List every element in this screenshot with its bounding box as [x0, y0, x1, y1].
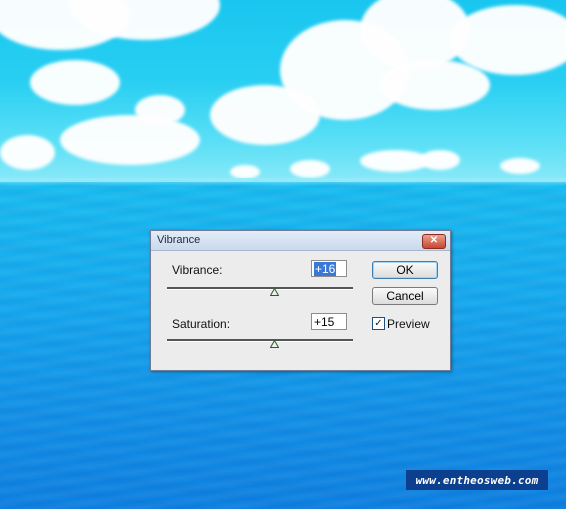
saturation-label: Saturation: — [172, 317, 231, 331]
cloud — [420, 150, 460, 170]
watermark-text: www.entheosweb.com — [415, 473, 539, 487]
ok-button[interactable]: OK — [372, 261, 438, 279]
cancel-button[interactable]: Cancel — [372, 287, 438, 305]
triangle-thumb-icon — [270, 288, 279, 296]
close-icon: ✕ — [429, 235, 439, 246]
vibrance-label: Vibrance: — [172, 263, 223, 277]
triangle-thumb-icon — [270, 340, 279, 348]
preview-label[interactable]: Preview — [387, 317, 430, 331]
cloud — [30, 60, 120, 105]
cloud — [380, 60, 490, 110]
cloud — [0, 135, 55, 170]
horizon — [0, 178, 566, 186]
dialog-title: Vibrance — [157, 234, 201, 246]
cloud — [135, 95, 185, 125]
preview-checkbox[interactable]: ✓ — [372, 317, 385, 330]
cloud — [230, 165, 260, 179]
vibrance-slider-track[interactable] — [167, 287, 353, 290]
cloud — [60, 115, 200, 165]
dialog-titlebar[interactable]: Vibrance ✕ — [151, 231, 450, 251]
watermark: www.entheosweb.com — [406, 470, 548, 490]
check-icon: ✓ — [374, 318, 383, 329]
saturation-slider-track[interactable] — [167, 339, 353, 342]
saturation-input[interactable]: +15 — [311, 313, 347, 330]
cloud — [500, 158, 540, 174]
vibrance-dialog: Vibrance ✕ Vibrance: +16 Saturation: +15… — [150, 230, 451, 371]
vibrance-value: +16 — [314, 262, 337, 276]
close-button[interactable]: ✕ — [422, 234, 446, 249]
vibrance-input[interactable]: +16 — [311, 260, 347, 277]
cloud — [290, 160, 330, 178]
saturation-value: +15 — [314, 315, 335, 329]
